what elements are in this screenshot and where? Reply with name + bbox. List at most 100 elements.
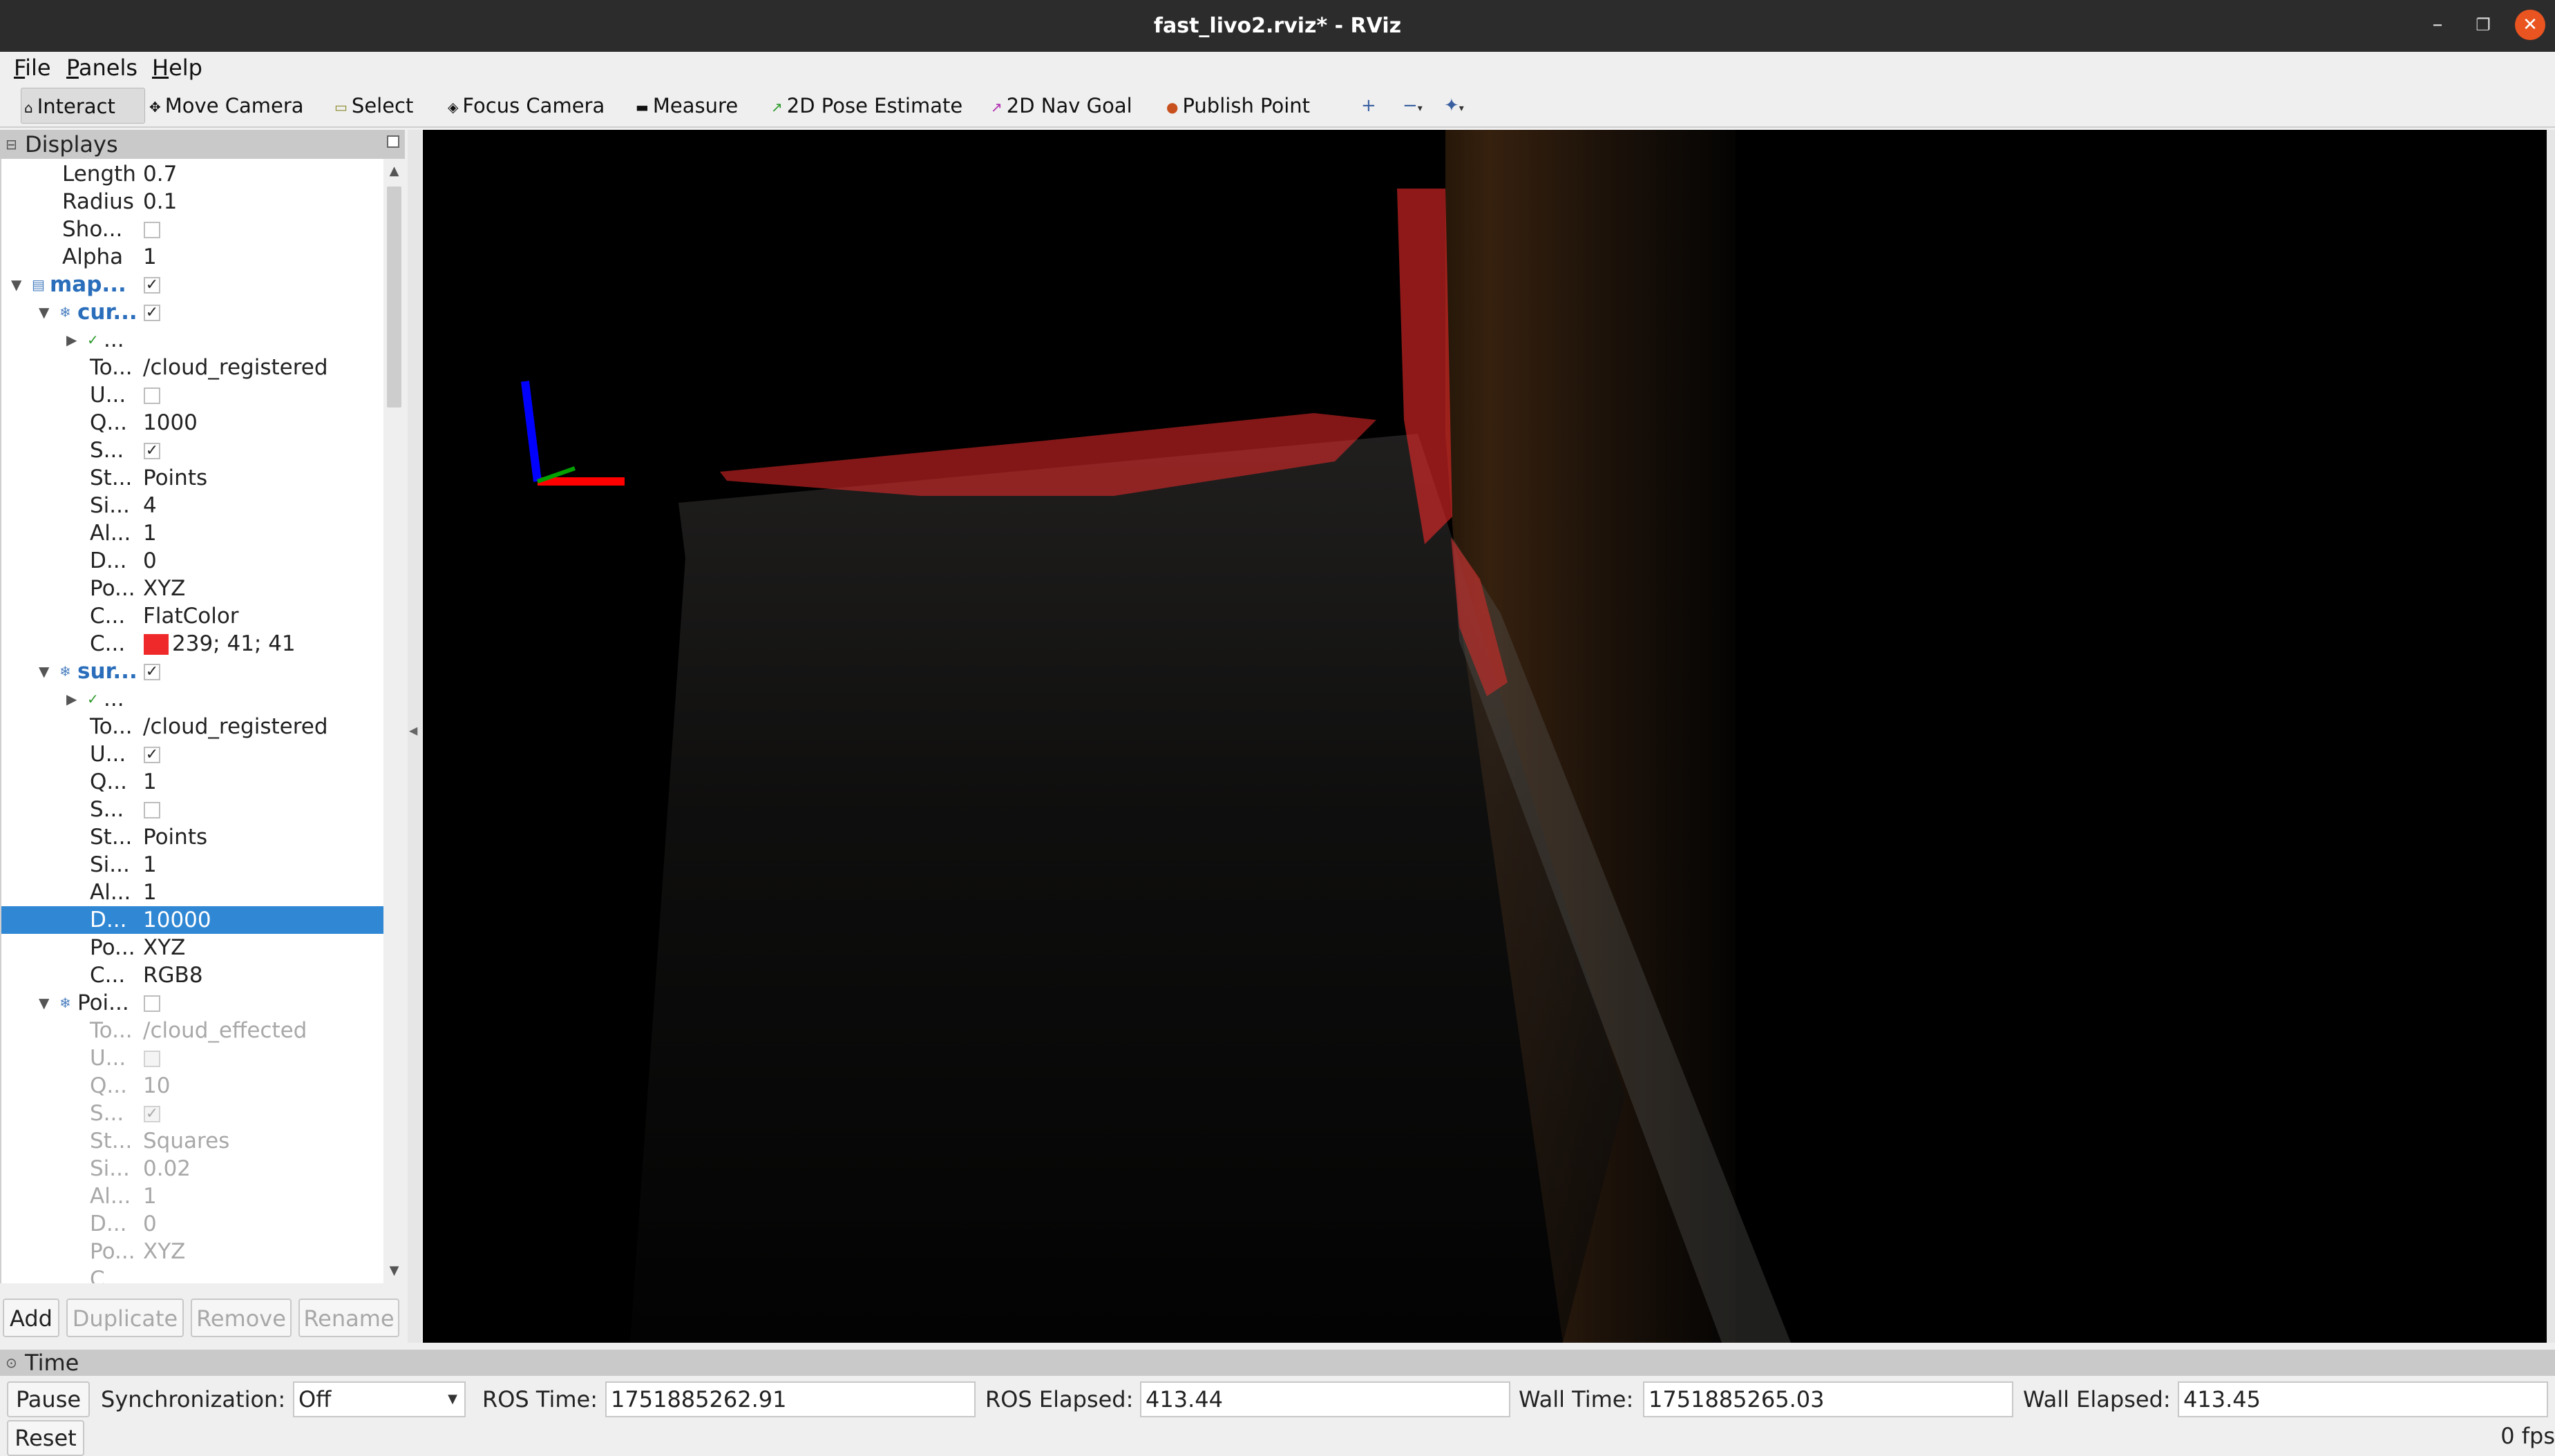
prop-row[interactable]: Sho... [1,215,383,243]
tree-scrollbar[interactable]: ▲ ▼ [383,159,405,1283]
prop-row[interactable]: U... ✓ [1,740,383,768]
expand-arrow-icon[interactable]: ▼ [11,271,21,298]
prop-row[interactable]: Alpha 1 [1,243,383,271]
prop-row[interactable]: Q... 10 [1,1072,383,1100]
expand-arrow-icon[interactable]: ▼ [39,658,49,685]
display-cur[interactable]: ▼ ❄ cur... ✓ [1,298,383,326]
prop-row[interactable]: C... FlatColor [1,602,383,630]
checkbox[interactable]: ✓ [144,305,160,321]
checkbox[interactable] [144,387,160,404]
prop-row[interactable]: D... 0 [1,1210,383,1238]
scroll-thumb[interactable] [387,186,401,408]
minimize-icon[interactable]: – [2422,10,2453,40]
right-splitter[interactable] [2547,130,2555,1343]
expand-arrow-icon[interactable]: ▼ [39,989,49,1017]
add-button[interactable]: Add [3,1299,59,1337]
checkbox[interactable] [144,995,160,1012]
menu-help[interactable]: Help [152,52,202,84]
plus-icon[interactable]: + [1361,90,1376,121]
pause-button[interactable]: Pause [7,1381,90,1417]
ros-elapsed-field[interactable]: 413.44 [1140,1381,1510,1417]
prop-row[interactable]: S... [1,796,383,823]
prop-row[interactable]: Po... XYZ [1,575,383,602]
undock-icon[interactable] [387,135,399,148]
prop-row[interactable]: C... RGB8 [1,961,383,989]
checkbox[interactable]: ✓ [144,747,160,763]
minus-icon[interactable]: −▾ [1403,90,1423,121]
menu-panels[interactable]: Panels [66,52,137,84]
wall-time-field[interactable]: 1751885265.03 [1643,1381,2013,1417]
prop-row[interactable]: Al... 1 [1,879,383,906]
prop-row[interactable]: U... [1,381,383,409]
checkbox[interactable]: ✓ [144,277,160,294]
tool-interact[interactable]: ⌂ Interact [21,88,145,124]
prop-row[interactable]: Al... 1 [1,519,383,547]
checkbox[interactable]: ✓ [144,1106,160,1122]
prop-row[interactable]: To... /cloud_effected [1,1017,383,1044]
prop-row[interactable]: D... 0 [1,547,383,575]
tool-2d-pose-estimate[interactable]: ↗ 2D Pose Estimate [771,88,962,124]
prop-row[interactable]: Q... 1000 [1,409,383,437]
wall-elapsed-field[interactable]: 413.45 [2178,1381,2548,1417]
expand-arrow-icon[interactable]: ▼ [39,298,49,326]
prop-row[interactable]: Q... 1 [1,768,383,796]
duplicate-button[interactable]: Duplicate [66,1299,184,1337]
prop-row[interactable]: Radius 0.1 [1,188,383,215]
scroll-down-icon[interactable]: ▼ [383,1263,405,1279]
prop-row-color[interactable]: C... 239; 41; 41 [1,630,383,658]
panel-menu-icon[interactable]: ⊟ [6,130,17,159]
ros-time-field[interactable]: 1751885262.91 [605,1381,976,1417]
prop-row[interactable]: Length 0.7 [1,160,383,188]
maximize-icon[interactable]: ❐ [2468,10,2498,40]
tool-publish-point[interactable]: ● Publish Point [1166,88,1310,124]
remove-button[interactable]: Remove [191,1299,292,1337]
prop-row-selected[interactable]: D... 10000 [1,906,383,934]
prop-row[interactable]: To... /cloud_registered [1,713,383,740]
crosshair-icon[interactable]: ✦▾ [1444,90,1464,121]
scroll-up-icon[interactable]: ▲ [383,163,405,180]
splitter-arrow-icon: ◀ [409,724,418,737]
reset-button[interactable]: Reset [7,1420,84,1456]
prop-row[interactable]: Al... 1 [1,1182,383,1210]
chevron-down-icon: ▼ [448,1392,457,1406]
menu-file[interactable]: File [14,52,51,84]
color-swatch[interactable] [144,634,169,655]
tool-select[interactable]: ▭ Select [334,88,413,124]
prop-row[interactable]: S... ✓ [1,1100,383,1127]
sync-select[interactable]: Off ▼ [293,1381,466,1417]
prop-row[interactable]: St... Squares [1,1127,383,1155]
status-row[interactable]: ▶ ✓ ... [1,685,383,713]
display-group-map[interactable]: ▼ ▤ map... ✓ [1,271,383,298]
tool-move-camera[interactable]: ✥ Move Camera [149,88,304,124]
tool-2d-nav-goal[interactable]: ↗ 2D Nav Goal [991,88,1132,124]
checkbox[interactable] [144,1051,160,1067]
tool-focus-camera[interactable]: ◈ Focus Camera [448,88,605,124]
display-poi[interactable]: ▼ ❄ Poi... [1,989,383,1017]
checkbox[interactable] [144,802,160,818]
checkbox[interactable]: ✓ [144,443,160,459]
prop-row[interactable]: Si... 1 [1,851,383,879]
displays-tree[interactable]: Length 0.7 Radius 0.1 Sho... Alpha 1 ▼ ▤… [0,159,383,1283]
prop-row[interactable]: C... [1,1265,383,1283]
prop-row[interactable]: Si... 0.02 [1,1155,383,1182]
3d-viewport[interactable] [423,130,2547,1343]
prop-row[interactable]: St... Points [1,464,383,492]
prop-row[interactable]: Po... XYZ [1,934,383,961]
prop-row[interactable]: Po... XYZ [1,1238,383,1265]
prop-row[interactable]: To... /cloud_registered [1,354,383,381]
display-sur[interactable]: ▼ ❄ sur... ✓ [1,658,383,685]
prop-row[interactable]: S... ✓ [1,437,383,464]
panel-menu-icon[interactable]: ⊙ [6,1350,17,1376]
status-row[interactable]: ▶ ✓ ... [1,326,383,354]
collapse-arrow-icon[interactable]: ▶ [66,326,77,354]
prop-row[interactable]: U... [1,1044,383,1072]
prop-row[interactable]: St... Points [1,823,383,851]
tool-measure[interactable]: ▬ Measure [636,88,738,124]
rename-button[interactable]: Rename [298,1299,399,1337]
checkbox[interactable]: ✓ [144,664,160,680]
checkbox[interactable] [144,222,160,238]
panel-splitter[interactable]: ◀ [408,130,421,1343]
close-icon[interactable]: ✕ [2515,10,2545,40]
collapse-arrow-icon[interactable]: ▶ [66,685,77,713]
prop-row[interactable]: Si... 4 [1,492,383,519]
